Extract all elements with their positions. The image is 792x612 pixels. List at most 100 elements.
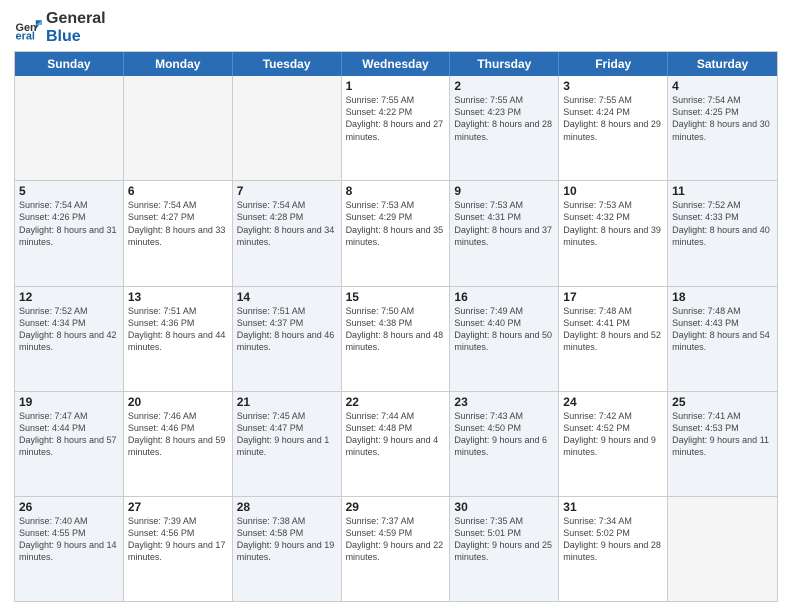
day-info: Sunrise: 7:46 AM Sunset: 4:46 PM Dayligh… xyxy=(128,410,228,459)
empty-cell xyxy=(124,76,233,180)
day-info: Sunrise: 7:40 AM Sunset: 4:55 PM Dayligh… xyxy=(19,515,119,564)
day-cell-22: 22Sunrise: 7:44 AM Sunset: 4:48 PM Dayli… xyxy=(342,392,451,496)
day-cell-23: 23Sunrise: 7:43 AM Sunset: 4:50 PM Dayli… xyxy=(450,392,559,496)
day-info: Sunrise: 7:54 AM Sunset: 4:28 PM Dayligh… xyxy=(237,199,337,248)
day-cell-3: 3Sunrise: 7:55 AM Sunset: 4:24 PM Daylig… xyxy=(559,76,668,180)
day-info: Sunrise: 7:35 AM Sunset: 5:01 PM Dayligh… xyxy=(454,515,554,564)
empty-cell xyxy=(668,497,777,601)
day-info: Sunrise: 7:43 AM Sunset: 4:50 PM Dayligh… xyxy=(454,410,554,459)
day-number: 23 xyxy=(454,395,554,409)
day-info: Sunrise: 7:52 AM Sunset: 4:33 PM Dayligh… xyxy=(672,199,773,248)
day-cell-30: 30Sunrise: 7:35 AM Sunset: 5:01 PM Dayli… xyxy=(450,497,559,601)
day-number: 13 xyxy=(128,290,228,304)
day-number: 26 xyxy=(19,500,119,514)
header-cell-saturday: Saturday xyxy=(668,52,777,76)
day-number: 10 xyxy=(563,184,663,198)
logo-icon: Gen eral xyxy=(14,14,42,42)
day-info: Sunrise: 7:49 AM Sunset: 4:40 PM Dayligh… xyxy=(454,305,554,354)
day-cell-27: 27Sunrise: 7:39 AM Sunset: 4:56 PM Dayli… xyxy=(124,497,233,601)
day-info: Sunrise: 7:53 AM Sunset: 4:32 PM Dayligh… xyxy=(563,199,663,248)
day-cell-13: 13Sunrise: 7:51 AM Sunset: 4:36 PM Dayli… xyxy=(124,287,233,391)
day-info: Sunrise: 7:48 AM Sunset: 4:43 PM Dayligh… xyxy=(672,305,773,354)
day-info: Sunrise: 7:54 AM Sunset: 4:26 PM Dayligh… xyxy=(19,199,119,248)
day-cell-6: 6Sunrise: 7:54 AM Sunset: 4:27 PM Daylig… xyxy=(124,181,233,285)
day-number: 2 xyxy=(454,79,554,93)
week-row-1: 1Sunrise: 7:55 AM Sunset: 4:22 PM Daylig… xyxy=(15,76,777,181)
header-cell-wednesday: Wednesday xyxy=(342,52,451,76)
day-info: Sunrise: 7:45 AM Sunset: 4:47 PM Dayligh… xyxy=(237,410,337,459)
calendar-body: 1Sunrise: 7:55 AM Sunset: 4:22 PM Daylig… xyxy=(15,76,777,601)
week-row-3: 12Sunrise: 7:52 AM Sunset: 4:34 PM Dayli… xyxy=(15,287,777,392)
day-info: Sunrise: 7:51 AM Sunset: 4:37 PM Dayligh… xyxy=(237,305,337,354)
day-cell-11: 11Sunrise: 7:52 AM Sunset: 4:33 PM Dayli… xyxy=(668,181,777,285)
day-cell-1: 1Sunrise: 7:55 AM Sunset: 4:22 PM Daylig… xyxy=(342,76,451,180)
calendar: SundayMondayTuesdayWednesdayThursdayFrid… xyxy=(14,51,778,602)
day-number: 3 xyxy=(563,79,663,93)
day-number: 19 xyxy=(19,395,119,409)
day-number: 27 xyxy=(128,500,228,514)
day-info: Sunrise: 7:42 AM Sunset: 4:52 PM Dayligh… xyxy=(563,410,663,459)
day-cell-19: 19Sunrise: 7:47 AM Sunset: 4:44 PM Dayli… xyxy=(15,392,124,496)
week-row-4: 19Sunrise: 7:47 AM Sunset: 4:44 PM Dayli… xyxy=(15,392,777,497)
day-cell-26: 26Sunrise: 7:40 AM Sunset: 4:55 PM Dayli… xyxy=(15,497,124,601)
day-number: 17 xyxy=(563,290,663,304)
day-info: Sunrise: 7:53 AM Sunset: 4:31 PM Dayligh… xyxy=(454,199,554,248)
day-info: Sunrise: 7:52 AM Sunset: 4:34 PM Dayligh… xyxy=(19,305,119,354)
header-cell-sunday: Sunday xyxy=(15,52,124,76)
calendar-header-row: SundayMondayTuesdayWednesdayThursdayFrid… xyxy=(15,52,777,76)
header-cell-monday: Monday xyxy=(124,52,233,76)
day-number: 5 xyxy=(19,184,119,198)
day-info: Sunrise: 7:55 AM Sunset: 4:24 PM Dayligh… xyxy=(563,94,663,143)
day-number: 15 xyxy=(346,290,446,304)
day-cell-29: 29Sunrise: 7:37 AM Sunset: 4:59 PM Dayli… xyxy=(342,497,451,601)
day-number: 20 xyxy=(128,395,228,409)
day-number: 12 xyxy=(19,290,119,304)
day-number: 21 xyxy=(237,395,337,409)
day-cell-28: 28Sunrise: 7:38 AM Sunset: 4:58 PM Dayli… xyxy=(233,497,342,601)
day-cell-9: 9Sunrise: 7:53 AM Sunset: 4:31 PM Daylig… xyxy=(450,181,559,285)
day-info: Sunrise: 7:55 AM Sunset: 4:22 PM Dayligh… xyxy=(346,94,446,143)
day-number: 22 xyxy=(346,395,446,409)
logo: Gen eral General Blue xyxy=(14,10,106,45)
header-cell-friday: Friday xyxy=(559,52,668,76)
day-number: 6 xyxy=(128,184,228,198)
day-cell-12: 12Sunrise: 7:52 AM Sunset: 4:34 PM Dayli… xyxy=(15,287,124,391)
logo-blue-text: Blue xyxy=(46,28,106,46)
header-cell-thursday: Thursday xyxy=(450,52,559,76)
day-info: Sunrise: 7:39 AM Sunset: 4:56 PM Dayligh… xyxy=(128,515,228,564)
week-row-5: 26Sunrise: 7:40 AM Sunset: 4:55 PM Dayli… xyxy=(15,497,777,601)
day-cell-31: 31Sunrise: 7:34 AM Sunset: 5:02 PM Dayli… xyxy=(559,497,668,601)
day-info: Sunrise: 7:51 AM Sunset: 4:36 PM Dayligh… xyxy=(128,305,228,354)
day-cell-8: 8Sunrise: 7:53 AM Sunset: 4:29 PM Daylig… xyxy=(342,181,451,285)
day-number: 14 xyxy=(237,290,337,304)
day-number: 25 xyxy=(672,395,773,409)
day-info: Sunrise: 7:53 AM Sunset: 4:29 PM Dayligh… xyxy=(346,199,446,248)
day-number: 30 xyxy=(454,500,554,514)
day-info: Sunrise: 7:38 AM Sunset: 4:58 PM Dayligh… xyxy=(237,515,337,564)
day-cell-16: 16Sunrise: 7:49 AM Sunset: 4:40 PM Dayli… xyxy=(450,287,559,391)
day-info: Sunrise: 7:34 AM Sunset: 5:02 PM Dayligh… xyxy=(563,515,663,564)
header-cell-tuesday: Tuesday xyxy=(233,52,342,76)
day-cell-18: 18Sunrise: 7:48 AM Sunset: 4:43 PM Dayli… xyxy=(668,287,777,391)
day-info: Sunrise: 7:37 AM Sunset: 4:59 PM Dayligh… xyxy=(346,515,446,564)
day-cell-25: 25Sunrise: 7:41 AM Sunset: 4:53 PM Dayli… xyxy=(668,392,777,496)
svg-text:eral: eral xyxy=(16,30,35,41)
day-cell-17: 17Sunrise: 7:48 AM Sunset: 4:41 PM Dayli… xyxy=(559,287,668,391)
day-number: 29 xyxy=(346,500,446,514)
day-cell-24: 24Sunrise: 7:42 AM Sunset: 4:52 PM Dayli… xyxy=(559,392,668,496)
day-number: 1 xyxy=(346,79,446,93)
day-info: Sunrise: 7:48 AM Sunset: 4:41 PM Dayligh… xyxy=(563,305,663,354)
day-number: 18 xyxy=(672,290,773,304)
day-cell-21: 21Sunrise: 7:45 AM Sunset: 4:47 PM Dayli… xyxy=(233,392,342,496)
day-number: 31 xyxy=(563,500,663,514)
day-cell-15: 15Sunrise: 7:50 AM Sunset: 4:38 PM Dayli… xyxy=(342,287,451,391)
day-cell-10: 10Sunrise: 7:53 AM Sunset: 4:32 PM Dayli… xyxy=(559,181,668,285)
day-number: 16 xyxy=(454,290,554,304)
logo-general-text: General xyxy=(46,10,106,28)
day-number: 7 xyxy=(237,184,337,198)
day-number: 9 xyxy=(454,184,554,198)
week-row-2: 5Sunrise: 7:54 AM Sunset: 4:26 PM Daylig… xyxy=(15,181,777,286)
day-number: 4 xyxy=(672,79,773,93)
empty-cell xyxy=(15,76,124,180)
day-info: Sunrise: 7:50 AM Sunset: 4:38 PM Dayligh… xyxy=(346,305,446,354)
